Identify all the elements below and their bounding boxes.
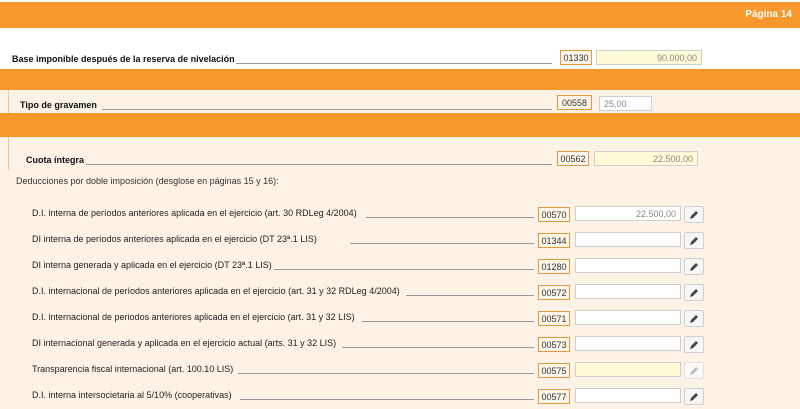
edit-button[interactable] (684, 362, 704, 379)
deduction-row: DI interna generada y aplicada en el eje… (0, 258, 800, 275)
leader-line (366, 217, 534, 218)
deduction-value[interactable]: 22.500,00 (575, 206, 681, 221)
pencil-icon (690, 288, 698, 297)
code-00577: 00577 (538, 389, 570, 404)
deduction-row: D.I. interna de períodos anteriores apli… (0, 206, 800, 223)
leader-line (240, 399, 534, 400)
deduction-label: Transparencia fiscal internacional (art.… (32, 364, 234, 374)
leader-line (102, 109, 552, 110)
edit-button[interactable] (684, 284, 704, 301)
deduction-label: D.I. interna de períodos anteriores apli… (32, 208, 357, 218)
section-bar (0, 113, 800, 137)
pencil-icon (690, 366, 698, 375)
leader-line (362, 321, 534, 322)
pencil-icon (690, 236, 698, 245)
leader-line (238, 373, 534, 374)
code-01330: 01330 (560, 50, 592, 65)
cuota-integra-value[interactable]: 22.500,00 (594, 151, 698, 166)
deduction-label: DI internacional generada y aplicada en … (32, 338, 337, 348)
code-01344: 01344 (538, 233, 570, 248)
page-number: Página 14 (745, 9, 792, 20)
deduction-label: DI interna generada y aplicada en el eje… (32, 260, 272, 270)
code-00571: 00571 (538, 311, 570, 326)
edit-button[interactable] (684, 206, 704, 223)
edit-button[interactable] (684, 336, 704, 353)
base-imponible-value[interactable]: 90.000,00 (596, 50, 702, 65)
deduction-value[interactable] (575, 310, 681, 325)
section-bar (0, 69, 800, 90)
edit-button[interactable] (684, 388, 704, 405)
cuota-integra-label: Cuota íntegra (26, 155, 85, 165)
leader-line (236, 63, 552, 64)
leader-line (350, 243, 534, 244)
code-00562: 00562 (557, 151, 589, 166)
pencil-icon (690, 262, 698, 271)
pencil-icon (690, 340, 698, 349)
deduction-label: D.I. interna intersocietaria al 5/10% (c… (32, 390, 232, 400)
code-00572: 00572 (538, 285, 570, 300)
edit-button[interactable] (684, 310, 704, 327)
deducciones-heading: Deducciones por doble imposición (desglo… (16, 176, 279, 186)
deduction-row: D.I. interna intersocietaria al 5/10% (c… (0, 388, 800, 405)
leader-line (86, 164, 552, 165)
pencil-icon (690, 210, 698, 219)
deduction-value[interactable] (575, 362, 681, 377)
deduction-row: Transparencia fiscal internacional (art.… (0, 362, 800, 379)
deduction-row: D.I. internacional de periodos anteriore… (0, 310, 800, 327)
deduction-value[interactable] (575, 258, 681, 273)
deduction-label: DI interna de períodos anteriores aplica… (32, 234, 317, 244)
deduction-label: D.I. internacional de periodos anteriore… (32, 312, 355, 322)
tipo-gravamen-label: Tipo de gravamen (20, 100, 97, 110)
code-01280: 01280 (538, 259, 570, 274)
deduction-value[interactable] (575, 284, 681, 299)
page-header-bar: Página 14 (0, 2, 800, 28)
code-00573: 00573 (538, 337, 570, 352)
code-00558: 00558 (557, 95, 592, 110)
deduction-row: DI internacional generada y aplicada en … (0, 336, 800, 353)
deduction-value[interactable] (575, 232, 681, 247)
leader-line (274, 269, 534, 270)
deduction-label: D.I. internacional de períodos anteriore… (32, 286, 400, 296)
edit-button[interactable] (684, 232, 704, 249)
code-00575: 00575 (538, 363, 570, 378)
leader-line (342, 347, 534, 348)
code-00570: 00570 (538, 207, 570, 222)
base-imponible-label: Base imponible después de la reserva de … (12, 54, 235, 64)
leader-line (406, 295, 534, 296)
deduction-row: D.I. internacional de períodos anteriore… (0, 284, 800, 301)
pencil-icon (690, 314, 698, 323)
pencil-icon (690, 392, 698, 401)
edit-button[interactable] (684, 258, 704, 275)
tipo-gravamen-value[interactable]: 25,00 (599, 96, 652, 111)
deduction-row: DI interna de períodos anteriores aplica… (0, 232, 800, 249)
deduction-value[interactable] (575, 336, 681, 351)
deduction-value[interactable] (575, 388, 681, 403)
